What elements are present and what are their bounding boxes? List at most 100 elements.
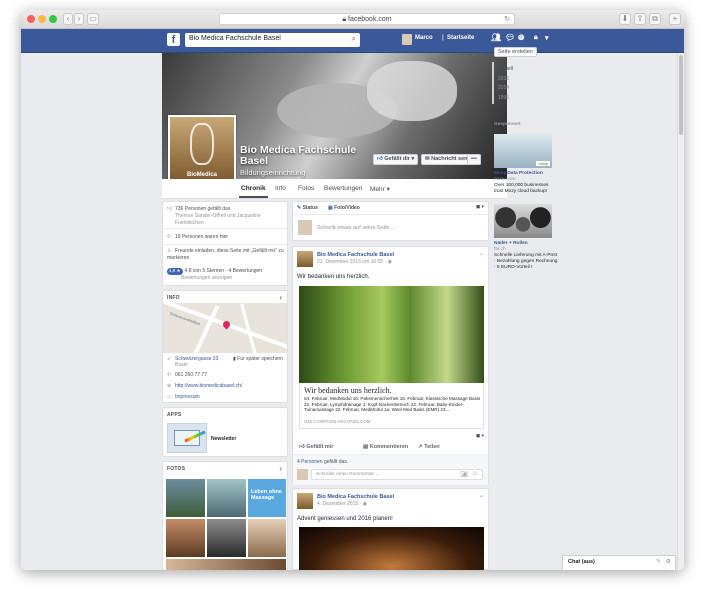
- like-page-label: Gefällt dir ▾: [384, 156, 415, 162]
- photo-video-tab[interactable]: ▣ Foto/Video: [328, 205, 360, 212]
- avatar[interactable]: [402, 34, 412, 45]
- browser-window: ‹ › ▭ 🔒︎ facebook.com ↻ ⬇ ⇪ ⧉ + f Bio Me…: [21, 10, 684, 570]
- post-author-link[interactable]: Bio Medica Fachschule Basel: [317, 494, 394, 500]
- camera-icon[interactable]: 📷︎: [460, 471, 468, 478]
- profile-picture-text: BioMedica: [186, 172, 217, 178]
- back-icon[interactable]: ‹: [63, 13, 73, 25]
- likers-row[interactable]: 4 Personen gefällt das.: [297, 459, 348, 466]
- chevron-down-icon[interactable]: ⌄: [479, 492, 484, 499]
- apps-card: APPS Newsletter: [162, 407, 288, 457]
- friend-requests-icon[interactable]: 👥︎: [491, 33, 501, 42]
- comment-input[interactable]: Schreibe einen Kommentar ... 📷︎ ☺: [311, 469, 483, 480]
- website-row[interactable]: ⊕ http://www.biomedicabasel.ch/: [167, 383, 242, 390]
- post-timestamp[interactable]: 21. Dezember 2015 um 16:05 · ◉: [317, 259, 392, 265]
- sidebar-icon[interactable]: ▭: [87, 13, 99, 25]
- zoom-window-button[interactable]: [49, 15, 57, 23]
- ad-image[interactable]: mozy: [494, 134, 552, 168]
- chevron-down-icon[interactable]: ⌄: [479, 250, 484, 257]
- impressum-link[interactable]: Impressum: [175, 394, 200, 400]
- chat-status: Chat (aus): [568, 559, 595, 565]
- likes-row[interactable]: 👍︎ 736 Personen gefällt das: [167, 206, 230, 213]
- photo-thumbnail[interactable]: [247, 518, 287, 558]
- year-link[interactable]: 1995: [498, 95, 509, 101]
- scrollbar-thumb[interactable]: [679, 55, 683, 135]
- reload-icon[interactable]: ↻: [504, 14, 510, 25]
- photo-thumbnail[interactable]: [206, 478, 247, 518]
- phone-row[interactable]: ✆ 061 260 77 77: [167, 372, 207, 379]
- tab-bewertungen[interactable]: Bewertungen: [324, 185, 362, 192]
- newsletter-app-icon[interactable]: [167, 423, 207, 453]
- post-as-selector[interactable]: ◼ ▾: [476, 204, 484, 210]
- account-menu-icon[interactable]: ▾: [545, 34, 549, 42]
- home-link[interactable]: Startseite: [447, 35, 474, 41]
- close-window-button[interactable]: [27, 15, 35, 23]
- create-page-button[interactable]: Seite erstellen: [494, 47, 537, 57]
- search-input[interactable]: Bio Medica Fachschule Basel ⌕: [185, 33, 360, 47]
- gear-icon[interactable]: ⚙: [666, 558, 671, 565]
- link-preview[interactable]: Wir bedanken uns herzlich. 04. Februar, …: [299, 383, 484, 429]
- photo-thumbnail[interactable]: [206, 518, 247, 558]
- phone-icon: ✆: [167, 372, 172, 378]
- likers-count[interactable]: 4 Personen: [297, 459, 323, 465]
- checkins-text: 19 Personen waren hier: [175, 234, 229, 240]
- website-link[interactable]: http://www.biomedicabasel.ch/: [175, 383, 242, 389]
- like-button[interactable]: 👍︎ Gefällt mir: [299, 444, 333, 450]
- rating-row[interactable]: 4,8 ★ 4,8 von 5 Sternen · 4 Bewertungen: [167, 268, 262, 275]
- show-reviews-link[interactable]: Bewertungen anzeigen: [181, 275, 232, 282]
- photo-thumbnail[interactable]: [165, 518, 206, 558]
- scrollbar[interactable]: [677, 53, 684, 570]
- photo-thumbnail[interactable]: [165, 558, 287, 570]
- address-bar[interactable]: 🔒︎ facebook.com ↻: [219, 13, 515, 25]
- tab-info[interactable]: Info: [275, 185, 286, 192]
- chat-bar[interactable]: Chat (aus) ✎ ⚙: [562, 555, 676, 570]
- facebook-logo-icon[interactable]: f: [167, 33, 180, 46]
- page-title: Bio Medica Fachschule Basel: [240, 145, 356, 167]
- notifications-icon[interactable]: 🌐︎: [518, 33, 524, 43]
- like-page-button[interactable]: 👍︎ Gefällt dir ▾: [373, 154, 419, 165]
- share-icon[interactable]: ⇪: [634, 13, 646, 25]
- photo-thumbnail[interactable]: Leben ohne Massage: [247, 478, 287, 518]
- impressum-row[interactable]: ▭ Impressum: [167, 394, 200, 401]
- tabs-icon[interactable]: ⧉: [649, 13, 661, 25]
- year-link[interactable]: 2015: [498, 76, 509, 82]
- status-tab[interactable]: ✎ Status: [297, 205, 318, 212]
- tab-chronik[interactable]: Chronik: [239, 185, 268, 198]
- post-author-link[interactable]: Bio Medica Fachschule Basel: [317, 252, 394, 258]
- chevron-right-icon[interactable]: ›: [279, 464, 282, 473]
- browser-titlebar: ‹ › ▭ 🔒︎ facebook.com ↻ ⬇ ⇪ ⧉ +: [21, 10, 684, 29]
- page-avatar[interactable]: [297, 251, 313, 267]
- page-avatar[interactable]: [297, 493, 313, 509]
- newsletter-app-link[interactable]: Newsletter: [211, 436, 236, 443]
- search-icon[interactable]: ⌕: [352, 34, 356, 44]
- profile-picture[interactable]: BioMedica: [168, 115, 236, 183]
- profile-link[interactable]: Marco: [415, 35, 433, 41]
- year-link[interactable]: Aktuell: [498, 66, 513, 72]
- post-timestamp[interactable]: 4. Dezember 2015 · ◉: [317, 501, 367, 507]
- more-options-button[interactable]: •••: [467, 154, 481, 165]
- phone-text: 061 260 77 77: [175, 372, 207, 378]
- emoji-icon[interactable]: ☺: [472, 471, 478, 477]
- new-tab-icon[interactable]: +: [669, 13, 681, 25]
- compose-icon[interactable]: ✎: [656, 558, 661, 565]
- tab-mehr[interactable]: Mehr ▾: [370, 185, 390, 193]
- privacy-icon[interactable]: 🔒︎: [534, 34, 538, 42]
- share-button[interactable]: ↗ Teilen: [418, 444, 440, 450]
- tab-fotos[interactable]: Fotos: [298, 185, 314, 192]
- ad-image[interactable]: [494, 204, 552, 238]
- forward-icon[interactable]: ›: [74, 13, 84, 25]
- save-for-later-button[interactable]: ▮ Für später speichern: [233, 356, 283, 363]
- year-link[interactable]: 2014: [498, 85, 509, 91]
- link-preview-image[interactable]: [299, 286, 484, 383]
- comment-button[interactable]: ▤ Kommentieren: [363, 444, 408, 450]
- minimize-window-button[interactable]: [38, 15, 46, 23]
- composer-input[interactable]: Schreib etwas auf seine Seite ...: [317, 225, 396, 232]
- location-map[interactable]: Schwarzwaldallee: [163, 303, 287, 353]
- download-icon[interactable]: ⬇: [619, 13, 631, 25]
- messages-icon[interactable]: 💬︎: [505, 33, 515, 42]
- invite-friends-row[interactable]: ♙ Freunde einladen, diese Seite mit „Gefä…: [167, 248, 287, 261]
- react-as-selector[interactable]: ◼ ▾: [476, 433, 484, 439]
- divider: [293, 214, 488, 215]
- photo-thumbnail[interactable]: [165, 478, 206, 518]
- post-image[interactable]: [299, 527, 484, 570]
- chevron-right-icon[interactable]: ›: [279, 293, 282, 302]
